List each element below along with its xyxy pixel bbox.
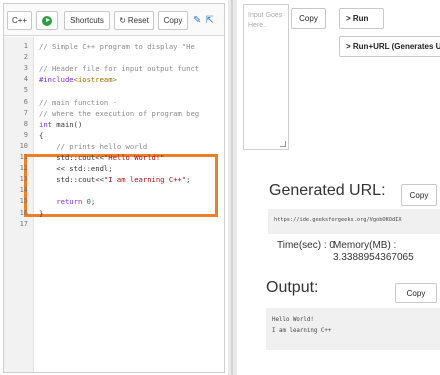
reset-icon: ↻ (119, 16, 126, 25)
code-line[interactable]: // Simple C++ program to display "He (39, 42, 195, 51)
line-number: 10 (19, 141, 28, 150)
reset-button[interactable]: ↻ Reset (114, 11, 154, 30)
shortcuts-label: Shortcuts (70, 16, 104, 25)
code-line[interactable]: // prints hello world (39, 142, 147, 151)
line-number: 3 (23, 64, 28, 73)
output-line: Hello World! (272, 317, 314, 323)
copy-input-button[interactable]: Copy (291, 8, 326, 29)
code-line[interactable]: return 0; (39, 197, 95, 206)
line-number: 11 (19, 153, 28, 161)
line-number: 9 (23, 130, 28, 139)
run-url-label: > Run+URL (Generates U (346, 42, 440, 51)
line-number: 8 (23, 119, 28, 128)
copy-url-label: Copy (409, 190, 429, 200)
line-number: 5 (23, 86, 28, 95)
code-line[interactable]: << std::endl; (39, 164, 112, 173)
memory-stat-value: 3.3388954367065 (333, 252, 414, 263)
copy-output-button[interactable]: Copy (395, 283, 437, 303)
copy-input-label: Copy (299, 14, 318, 23)
pane-resize-handle[interactable] (228, 0, 237, 375)
editor-toolbar: C++ Shortcuts ↻ Reset Copy ✎ ⇱ (4, 4, 224, 36)
copy-code-label: Copy (163, 16, 183, 25)
code-line[interactable]: // Header file for input output funct (39, 64, 199, 73)
shortcuts-button[interactable]: Shortcuts (64, 11, 110, 30)
code-editor-panel: C++ Shortcuts ↻ Reset Copy ✎ ⇱ 1 // Simpl… (3, 3, 225, 373)
input-placeholder-text: Input Goes Here.. (248, 12, 283, 29)
line-number: 4 (23, 75, 28, 84)
line-number: 17 (19, 219, 28, 228)
run-url-button[interactable]: > Run+URL (Generates U (339, 36, 440, 57)
edit-pencil-icon[interactable]: ✎ (193, 15, 201, 26)
output-box: Hello World! I am learning C++ (266, 308, 440, 350)
run-label: > Run (346, 14, 369, 23)
generated-url-box: https://ide.geeksforgeeks.org/VgobOKOdIX (268, 209, 440, 234)
copy-code-button[interactable]: Copy (158, 11, 188, 30)
fullscreen-icon[interactable]: ⇱ (205, 15, 213, 26)
run-icon-button[interactable] (36, 11, 58, 30)
editor-tool-icons: ✎ ⇱ (193, 12, 223, 29)
code-line[interactable]: } (39, 209, 43, 218)
run-button[interactable]: > Run (339, 8, 384, 29)
line-number: 7 (23, 108, 28, 117)
copy-url-button[interactable]: Copy (401, 184, 437, 206)
play-icon (42, 15, 52, 26)
output-line: I am learning C++ (272, 328, 332, 334)
resize-grip-icon[interactable] (280, 141, 286, 147)
code-line[interactable]: #include<iostream> (39, 75, 117, 84)
line-number: 14 (19, 186, 28, 195)
generated-url-link[interactable]: https://ide.geeksforgeeks.org/VgobOKOdIX (274, 217, 402, 223)
line-number: 15 (19, 197, 28, 206)
language-label: C++ (11, 16, 28, 25)
copy-output-label: Copy (406, 288, 426, 298)
code-line[interactable]: std::cout<<"I am learning C++"; (39, 175, 190, 184)
time-stat: Time(sec) : 0 (277, 240, 335, 251)
generated-url-heading: Generated URL: (269, 182, 386, 199)
line-number: 12 (19, 164, 28, 173)
line-number: 6 (23, 97, 28, 106)
code-line[interactable]: std::cout<<"Hello World!" (39, 153, 164, 162)
reset-label: Reset (127, 16, 149, 25)
line-number: 13 (19, 175, 28, 184)
line-number: 16 (19, 208, 28, 217)
line-number: 1 (23, 42, 28, 50)
code-line[interactable]: int main() (39, 120, 82, 129)
code-line[interactable]: // where the execution of program beg (39, 109, 199, 118)
memory-stat-label: Memory(MB) : (333, 240, 397, 251)
language-select[interactable]: C++ (7, 11, 32, 30)
output-heading: Output: (266, 279, 319, 296)
code-line[interactable]: // main function - (39, 98, 117, 107)
line-number: 2 (23, 53, 28, 62)
code-line[interactable]: { (39, 131, 43, 140)
stdin-input-field[interactable]: Input Goes Here.. (243, 4, 289, 150)
